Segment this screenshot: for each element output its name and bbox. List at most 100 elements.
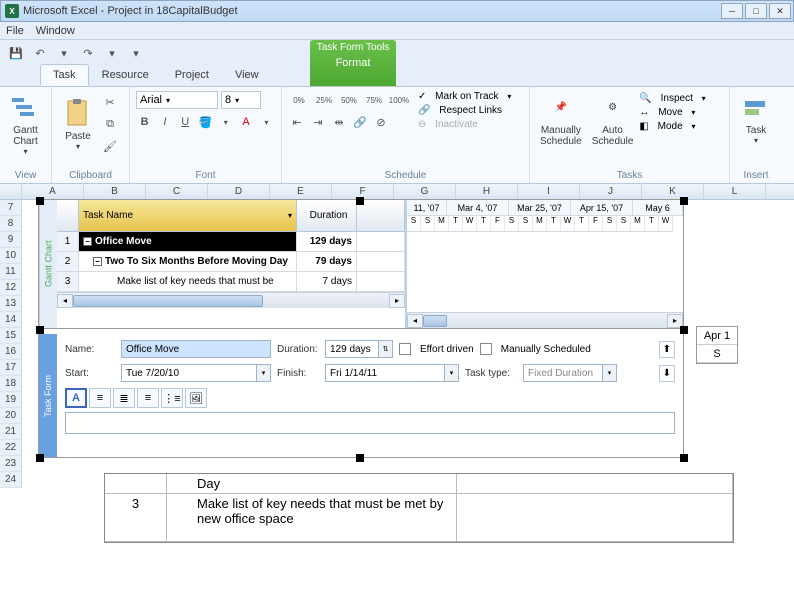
gantt-right-scrollbar[interactable]: ◂ ▸ xyxy=(407,312,683,328)
select-all-corner[interactable] xyxy=(0,184,22,199)
col-header[interactable]: L xyxy=(704,184,766,199)
collapse-icon[interactable]: − xyxy=(83,237,92,246)
resize-handle[interactable] xyxy=(36,197,44,205)
pct-100-button[interactable]: 100% xyxy=(388,91,410,109)
notes-textarea[interactable] xyxy=(65,412,675,434)
gantt-timeline[interactable]: 11, '07 Mar 4, '07 Mar 25, '07 Apr 15, '… xyxy=(405,200,683,328)
fill-color-icon[interactable]: 🪣 xyxy=(197,113,214,131)
underline-button[interactable]: U xyxy=(177,113,194,131)
maximize-button[interactable]: □ xyxy=(745,3,767,19)
inspect-button[interactable]: 🔍 Inspect ▾ xyxy=(639,93,705,104)
gantt-taskname-header[interactable]: Task Name ▾ xyxy=(79,200,297,232)
row-header[interactable]: 24 xyxy=(0,472,22,488)
menu-file[interactable]: File xyxy=(6,25,24,37)
align-left-icon[interactable]: ≡ xyxy=(89,388,111,408)
gantt-vertical-tab[interactable]: Gantt Chart xyxy=(39,200,57,328)
task-form-vertical-tab[interactable]: Task Form xyxy=(39,334,57,457)
insert-object-icon[interactable]: 🖼 xyxy=(185,388,207,408)
inactivate-button[interactable]: ⊖ Inactivate xyxy=(418,119,511,130)
scroll-right-icon[interactable]: ▸ xyxy=(389,294,405,308)
resize-handle[interactable] xyxy=(356,454,364,462)
resize-handle[interactable] xyxy=(680,197,688,205)
row-header[interactable]: 22 xyxy=(0,440,22,456)
duration-input[interactable]: 129 days xyxy=(325,340,379,358)
spinner-icon[interactable]: ⇅ xyxy=(379,340,393,358)
resize-handle[interactable] xyxy=(680,326,688,334)
outdent-icon[interactable]: ⇤ xyxy=(288,113,306,131)
format-painter-icon[interactable]: 🖌 xyxy=(101,137,119,155)
row-header[interactable]: 13 xyxy=(0,296,22,312)
mode-button[interactable]: ◧ Mode ▾ xyxy=(639,121,705,132)
auto-schedule-button[interactable]: ⚙ Auto Schedule xyxy=(588,89,638,149)
tab-resource[interactable]: Resource xyxy=(89,64,162,86)
fragment-cell[interactable]: 3 xyxy=(105,494,167,541)
qat-customize-icon[interactable]: ▾ xyxy=(126,44,146,62)
link-icon[interactable]: 🔗 xyxy=(351,113,369,131)
bullets-icon[interactable]: ⋮≡ xyxy=(161,388,183,408)
pct-50-button[interactable]: 50% xyxy=(338,91,360,109)
cut-icon[interactable]: ✂ xyxy=(101,93,119,111)
undo-icon[interactable]: ↶ xyxy=(30,44,50,62)
gantt-left-scrollbar[interactable]: ◂ ▸ xyxy=(57,292,405,308)
fragment-cell[interactable] xyxy=(457,474,733,493)
align-center-icon[interactable]: ≣ xyxy=(113,388,135,408)
font-name-combo[interactable]: Arial▾ xyxy=(136,91,218,109)
start-input[interactable]: Tue 7/20/10 xyxy=(121,364,257,382)
col-header[interactable]: G xyxy=(394,184,456,199)
minimize-button[interactable]: ─ xyxy=(721,3,743,19)
resize-handle[interactable] xyxy=(680,454,688,462)
font-button[interactable]: A xyxy=(65,388,87,408)
chevron-down-icon[interactable]: ▾ xyxy=(445,364,459,382)
col-header[interactable]: D xyxy=(208,184,270,199)
row-header[interactable]: 21 xyxy=(0,424,22,440)
tab-project[interactable]: Project xyxy=(162,64,222,86)
col-header[interactable]: A xyxy=(22,184,84,199)
col-header[interactable]: J xyxy=(580,184,642,199)
resize-handle[interactable] xyxy=(356,197,364,205)
row-header[interactable]: 19 xyxy=(0,392,22,408)
split-icon[interactable]: ⇹ xyxy=(330,113,348,131)
pct-0-button[interactable]: 0% xyxy=(288,91,310,109)
respect-links-button[interactable]: 🔗 Respect Links xyxy=(418,105,511,116)
row-header[interactable]: 20 xyxy=(0,408,22,424)
effort-driven-checkbox[interactable] xyxy=(399,343,411,355)
chevron-down-icon[interactable]: ▾ xyxy=(288,211,292,220)
font-size-combo[interactable]: 8▾ xyxy=(221,91,261,109)
align-right-icon[interactable]: ≡ xyxy=(137,388,159,408)
col-header[interactable]: H xyxy=(456,184,518,199)
scroll-left-icon[interactable]: ◂ xyxy=(407,314,423,328)
paste-button[interactable]: Paste ▾ xyxy=(58,95,98,153)
next-task-icon[interactable]: ⬇ xyxy=(659,365,675,382)
col-header[interactable]: I xyxy=(518,184,580,199)
row-header[interactable]: 8 xyxy=(0,216,22,232)
italic-button[interactable]: I xyxy=(156,113,173,131)
row-header[interactable]: 7 xyxy=(0,200,22,216)
undo-dropdown-icon[interactable]: ▾ xyxy=(54,44,74,62)
row-header[interactable]: 15 xyxy=(0,328,22,344)
scroll-thumb[interactable] xyxy=(73,295,263,307)
gantt-chart-pane[interactable]: Gantt Chart Task Name ▾ Duration 1 −Offi… xyxy=(38,199,684,329)
gantt-row[interactable]: 2 −Two To Six Months Before Moving Day 7… xyxy=(57,252,405,272)
name-input[interactable]: Office Move xyxy=(121,340,271,358)
row-header[interactable]: 23 xyxy=(0,456,22,472)
chevron-down-icon[interactable]: ▾ xyxy=(258,113,275,131)
redo-dropdown-icon[interactable]: ▾ xyxy=(102,44,122,62)
gantt-row[interactable]: 3 Make list of key needs that must be 7 … xyxy=(57,272,405,292)
scroll-thumb[interactable] xyxy=(423,315,447,327)
row-header[interactable]: 9 xyxy=(0,232,22,248)
scroll-left-icon[interactable]: ◂ xyxy=(57,294,73,308)
fragment-cell[interactable] xyxy=(457,494,733,541)
move-button[interactable]: ↔ Move ▾ xyxy=(639,107,705,118)
col-header[interactable]: C xyxy=(146,184,208,199)
tab-view[interactable]: View xyxy=(222,64,272,86)
mark-on-track-button[interactable]: ✓ Mark on Track ▾ xyxy=(418,91,511,102)
col-header[interactable]: B xyxy=(84,184,146,199)
prev-task-icon[interactable]: ⬆ xyxy=(659,341,675,358)
task-type-combo[interactable]: Fixed Duration xyxy=(523,364,603,382)
gantt-row[interactable]: 1 −Office Move 129 days xyxy=(57,232,405,252)
chevron-down-icon[interactable]: ▾ xyxy=(217,113,234,131)
close-button[interactable]: ✕ xyxy=(769,3,791,19)
fragment-cell[interactable] xyxy=(105,474,167,493)
gantt-duration-header[interactable]: Duration xyxy=(297,200,357,232)
fragment-cell[interactable]: Day xyxy=(167,474,457,493)
